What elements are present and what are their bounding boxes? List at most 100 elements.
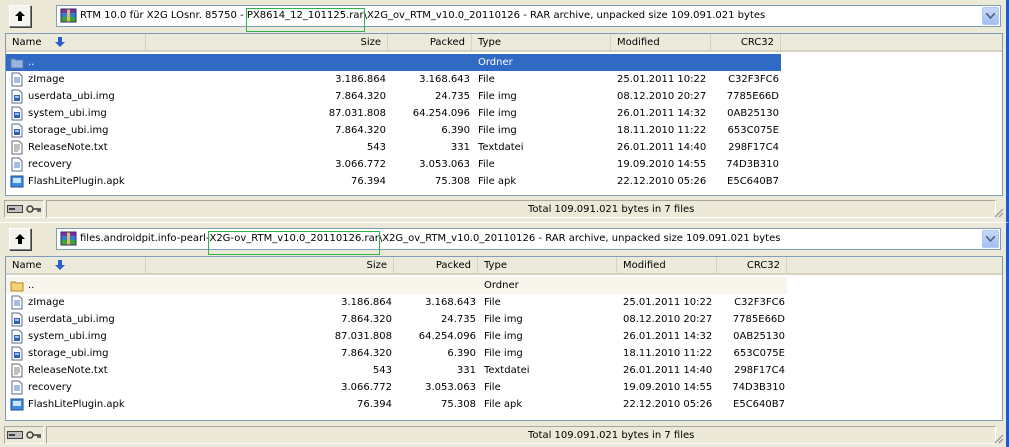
table-row[interactable]: FlashLitePlugin.apk 76.394 75.308 File apk 2… [6, 396, 1002, 413]
file-crc: 0AB25130 [727, 108, 779, 119]
address-path: RTM 10.0 für X2G LOsnr. 85750 - PX8614_1… [80, 8, 766, 32]
table-row[interactable]: system_ubi.img 87.031.808 64.254.096 File i… [6, 328, 1002, 345]
file-size: 7.864.320 [335, 91, 386, 102]
parent-folder-row[interactable]: .. Ordner [6, 54, 1002, 71]
apk-file-icon [10, 175, 24, 188]
file-modified: 26.01.2011 14:40 [617, 142, 707, 153]
file-name: recovery [28, 382, 72, 393]
file-modified: 26.01.2011 14:32 [617, 108, 707, 119]
col-size-header[interactable]: Size [146, 257, 394, 275]
table-row[interactable]: FlashLitePlugin.apk 76.394 75.308 File apk 2… [6, 173, 1002, 190]
col-packed-header[interactable]: Packed [394, 257, 478, 275]
file-type: File [484, 382, 501, 393]
col-name-header[interactable]: Name [6, 34, 146, 52]
table-row[interactable]: system_ubi.img 87.031.808 64.254.096 File i… [6, 105, 1002, 122]
key-icon [26, 205, 41, 213]
image-file-icon [11, 89, 23, 104]
file-name: zImage [28, 297, 65, 308]
col-name-header[interactable]: Name [6, 257, 146, 275]
archive-pane-top: RTM 10.0 für X2G LOsnr. 85750 - PX8614_1… [0, 0, 1009, 222]
col-crc-header[interactable]: CRC32 [717, 257, 787, 275]
file-type: File img [478, 91, 517, 102]
file-crc: 74D3B310 [726, 159, 779, 170]
drive-icon [7, 205, 23, 213]
file-modified: 08.12.2010 20:27 [617, 91, 707, 102]
chevron-down-icon [986, 13, 995, 19]
file-type: File [478, 74, 495, 85]
table-row[interactable]: userdata_ubi.img 7.864.320 24.735 File img 0… [6, 311, 1002, 328]
address-dropdown-button[interactable] [982, 7, 999, 25]
col-size-header[interactable]: Size [146, 34, 388, 52]
apk-file-icon [10, 398, 24, 411]
col-type-header[interactable]: Type [472, 34, 611, 52]
file-size: 3.066.772 [335, 159, 386, 170]
file-name: ReleaseNote.txt [28, 142, 108, 153]
table-row[interactable]: storage_ubi.img 7.864.320 6.390 File img 18.… [6, 122, 1002, 139]
file-modified: 26.01.2011 14:32 [623, 331, 713, 342]
image-file-icon [11, 346, 23, 361]
resize-grip-icon[interactable] [992, 206, 1004, 218]
address-bar[interactable]: files.androidpit.info-pearl- X2G-ov_RTM_v… [56, 228, 1001, 255]
file-crc: 298F17C4 [734, 365, 785, 376]
file-modified: 22.12.2010 05:26 [617, 176, 707, 187]
folder-up-icon [10, 58, 24, 69]
file-crc: E5C640B7 [727, 176, 779, 187]
file-name: FlashLitePlugin.apk [28, 399, 125, 410]
file-type: File img [484, 348, 523, 359]
table-row[interactable]: recovery 3.066.772 3.053.063 File 19.09.2010… [6, 156, 1002, 173]
file-size: 543 [366, 142, 386, 153]
file-packed: 3.168.643 [425, 297, 476, 308]
file-name: storage_ubi.img [28, 348, 109, 359]
file-name: ReleaseNote.txt [28, 365, 108, 376]
address-suffix: \X2G_ov_RTM_v10.0_20110126 - RAR archive… [363, 10, 766, 21]
table-row[interactable]: zImage 3.186.864 3.168.643 File 25.01.2011 1… [6, 71, 1002, 88]
file-name: storage_ubi.img [28, 125, 109, 136]
file-crc: 653C075E [727, 125, 779, 136]
file-modified: 18.11.2010 11:22 [623, 348, 713, 359]
generic-file-icon [11, 380, 23, 395]
drive-indicators [4, 200, 44, 218]
column-header: Name Size Packed Type Modified CRC32 [6, 34, 1002, 52]
up-one-level-button[interactable] [9, 5, 31, 27]
table-row[interactable]: recovery 3.066.772 3.053.063 File 19.09.2010… [6, 379, 1002, 396]
file-modified: 18.11.2010 11:22 [617, 125, 707, 136]
highlight-box [208, 231, 380, 255]
file-packed: 64.254.096 [412, 108, 470, 119]
file-list: Name Size Packed Type Modified CRC32 .. … [5, 256, 1003, 421]
resize-grip-icon[interactable] [992, 432, 1004, 444]
file-packed: 6.390 [447, 348, 476, 359]
file-type: Textdatei [478, 142, 524, 153]
file-crc: 74D3B310 [732, 382, 785, 393]
table-row[interactable]: userdata_ubi.img 7.864.320 24.735 File img 0… [6, 88, 1002, 105]
folder-up-icon [10, 281, 24, 292]
col-modified-header[interactable]: Modified [611, 34, 711, 52]
table-row[interactable]: ReleaseNote.txt 543 331 Textdatei 26.01.2011… [6, 139, 1002, 156]
address-bar[interactable]: RTM 10.0 für X2G LOsnr. 85750 - PX8614_1… [56, 5, 1001, 32]
table-row[interactable]: zImage 3.186.864 3.168.643 File 25.01.2011 1… [6, 294, 1002, 311]
address-dropdown-button[interactable] [982, 230, 999, 248]
col-type-header[interactable]: Type [478, 257, 617, 275]
text-file-icon [11, 363, 23, 378]
winrar-compare-view: RTM 10.0 für X2G LOsnr. 85750 - PX8614_1… [0, 0, 1009, 447]
file-modified: 26.01.2011 14:40 [623, 365, 713, 376]
file-size: 3.186.864 [341, 297, 392, 308]
status-info: Total 109.091.021 bytes in 7 files [46, 200, 996, 218]
generic-file-icon [11, 157, 23, 172]
address-suffix: \X2G_ov_RTM_v10.0_20110126 - RAR archive… [378, 233, 781, 244]
table-row[interactable]: ReleaseNote.txt 543 331 Textdatei 26.01.2011… [6, 362, 1002, 379]
file-packed: 64.254.096 [418, 331, 476, 342]
file-crc: 298F17C4 [728, 142, 779, 153]
up-one-level-button[interactable] [9, 228, 31, 250]
col-modified-header[interactable]: Modified [617, 257, 717, 275]
address-path: files.androidpit.info-pearl- X2G-ov_RTM_v… [80, 231, 781, 255]
file-type: File img [478, 125, 517, 136]
file-type: File img [478, 108, 517, 119]
parent-folder-row[interactable]: .. Ordner [6, 277, 1002, 294]
col-packed-header[interactable]: Packed [388, 34, 472, 52]
file-name: userdata_ubi.img [28, 91, 115, 102]
table-row[interactable]: storage_ubi.img 7.864.320 6.390 File img 18.… [6, 345, 1002, 362]
toolbar: files.androidpit.info-pearl- X2G-ov_RTM_v… [0, 223, 1006, 255]
col-crc-header[interactable]: CRC32 [711, 34, 781, 52]
file-type: File img [484, 331, 523, 342]
parent-name: .. [28, 57, 35, 68]
